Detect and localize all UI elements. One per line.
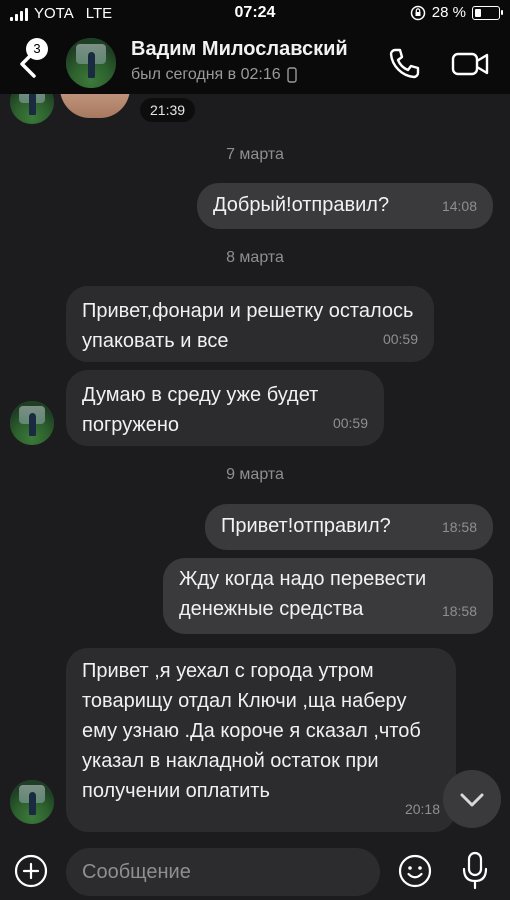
date-separator: 8 марта bbox=[226, 249, 284, 266]
phone-device-icon bbox=[286, 67, 297, 83]
status-right: 28 % bbox=[410, 4, 503, 21]
unread-badge: 3 bbox=[26, 38, 48, 60]
message-text: Жду когда надо перевести денежные средст… bbox=[179, 568, 427, 620]
microphone-icon[interactable] bbox=[458, 850, 492, 890]
message-time: 18:58 bbox=[441, 603, 477, 619]
emoji-icon[interactable] bbox=[398, 854, 432, 888]
message-time: 20:18 bbox=[404, 801, 440, 817]
battery-icon bbox=[472, 5, 503, 20]
message-time: 18:58 bbox=[441, 519, 477, 535]
message-bubble-outgoing[interactable]: Добрый!отправил? 14:08 bbox=[197, 183, 493, 229]
message-text: Думаю в среду уже будет погружено bbox=[82, 384, 319, 436]
message-bubble-incoming[interactable]: Привет,фонари и решетку осталось упакова… bbox=[66, 286, 434, 362]
scroll-to-bottom-button[interactable] bbox=[443, 770, 501, 828]
attach-plus-icon[interactable] bbox=[14, 854, 48, 888]
sender-avatar bbox=[10, 401, 54, 445]
message-bubble-incoming[interactable]: Думаю в среду уже будет погружено 00:59 bbox=[66, 370, 384, 446]
message-list[interactable]: 21:39 7 марта Добрый!отправил? 14:08 8 м… bbox=[0, 94, 510, 840]
message-time: 00:59 bbox=[382, 331, 418, 347]
message-time: 00:59 bbox=[332, 415, 368, 431]
sender-avatar bbox=[10, 780, 54, 824]
sender-avatar bbox=[10, 94, 54, 124]
rotation-lock-icon bbox=[410, 5, 426, 20]
message-text: Привет!отправил? bbox=[221, 515, 391, 537]
chat-header: 3 Вадим Милославский был сегодня в 02:16 bbox=[0, 28, 510, 94]
message-input[interactable] bbox=[66, 848, 380, 896]
message-bubble-outgoing[interactable]: Жду когда надо перевести денежные средст… bbox=[163, 558, 493, 634]
video-call-icon[interactable] bbox=[450, 46, 490, 82]
last-seen-text: был сегодня в 02:16 bbox=[131, 66, 281, 83]
battery-percent: 28 % bbox=[431, 4, 466, 21]
date-separator: 7 марта bbox=[226, 146, 284, 163]
phone-call-icon[interactable] bbox=[385, 44, 423, 82]
message-text: Привет ,я уехал с города утром товарищу … bbox=[82, 660, 421, 802]
message-bubble-incoming[interactable]: Привет ,я уехал с города утром товарищу … bbox=[66, 648, 456, 832]
message-text: Привет,фонари и решетку осталось упакова… bbox=[82, 300, 414, 352]
contact-name[interactable]: Вадим Милославский bbox=[131, 38, 348, 61]
last-seen-status: был сегодня в 02:16 bbox=[131, 66, 297, 84]
image-message[interactable] bbox=[60, 94, 130, 118]
chevron-down-icon bbox=[460, 793, 484, 807]
message-time: 14:08 bbox=[441, 198, 477, 214]
message-text: Добрый!отправил? bbox=[213, 194, 390, 216]
contact-avatar[interactable] bbox=[66, 38, 116, 88]
composer-bar bbox=[0, 840, 510, 900]
message-bubble-outgoing[interactable]: Привет!отправил? 18:58 bbox=[205, 504, 493, 550]
status-bar: YOTA LTE 07:24 28 % bbox=[0, 0, 510, 28]
image-time: 21:39 bbox=[140, 98, 196, 122]
date-separator: 9 марта bbox=[226, 466, 284, 483]
